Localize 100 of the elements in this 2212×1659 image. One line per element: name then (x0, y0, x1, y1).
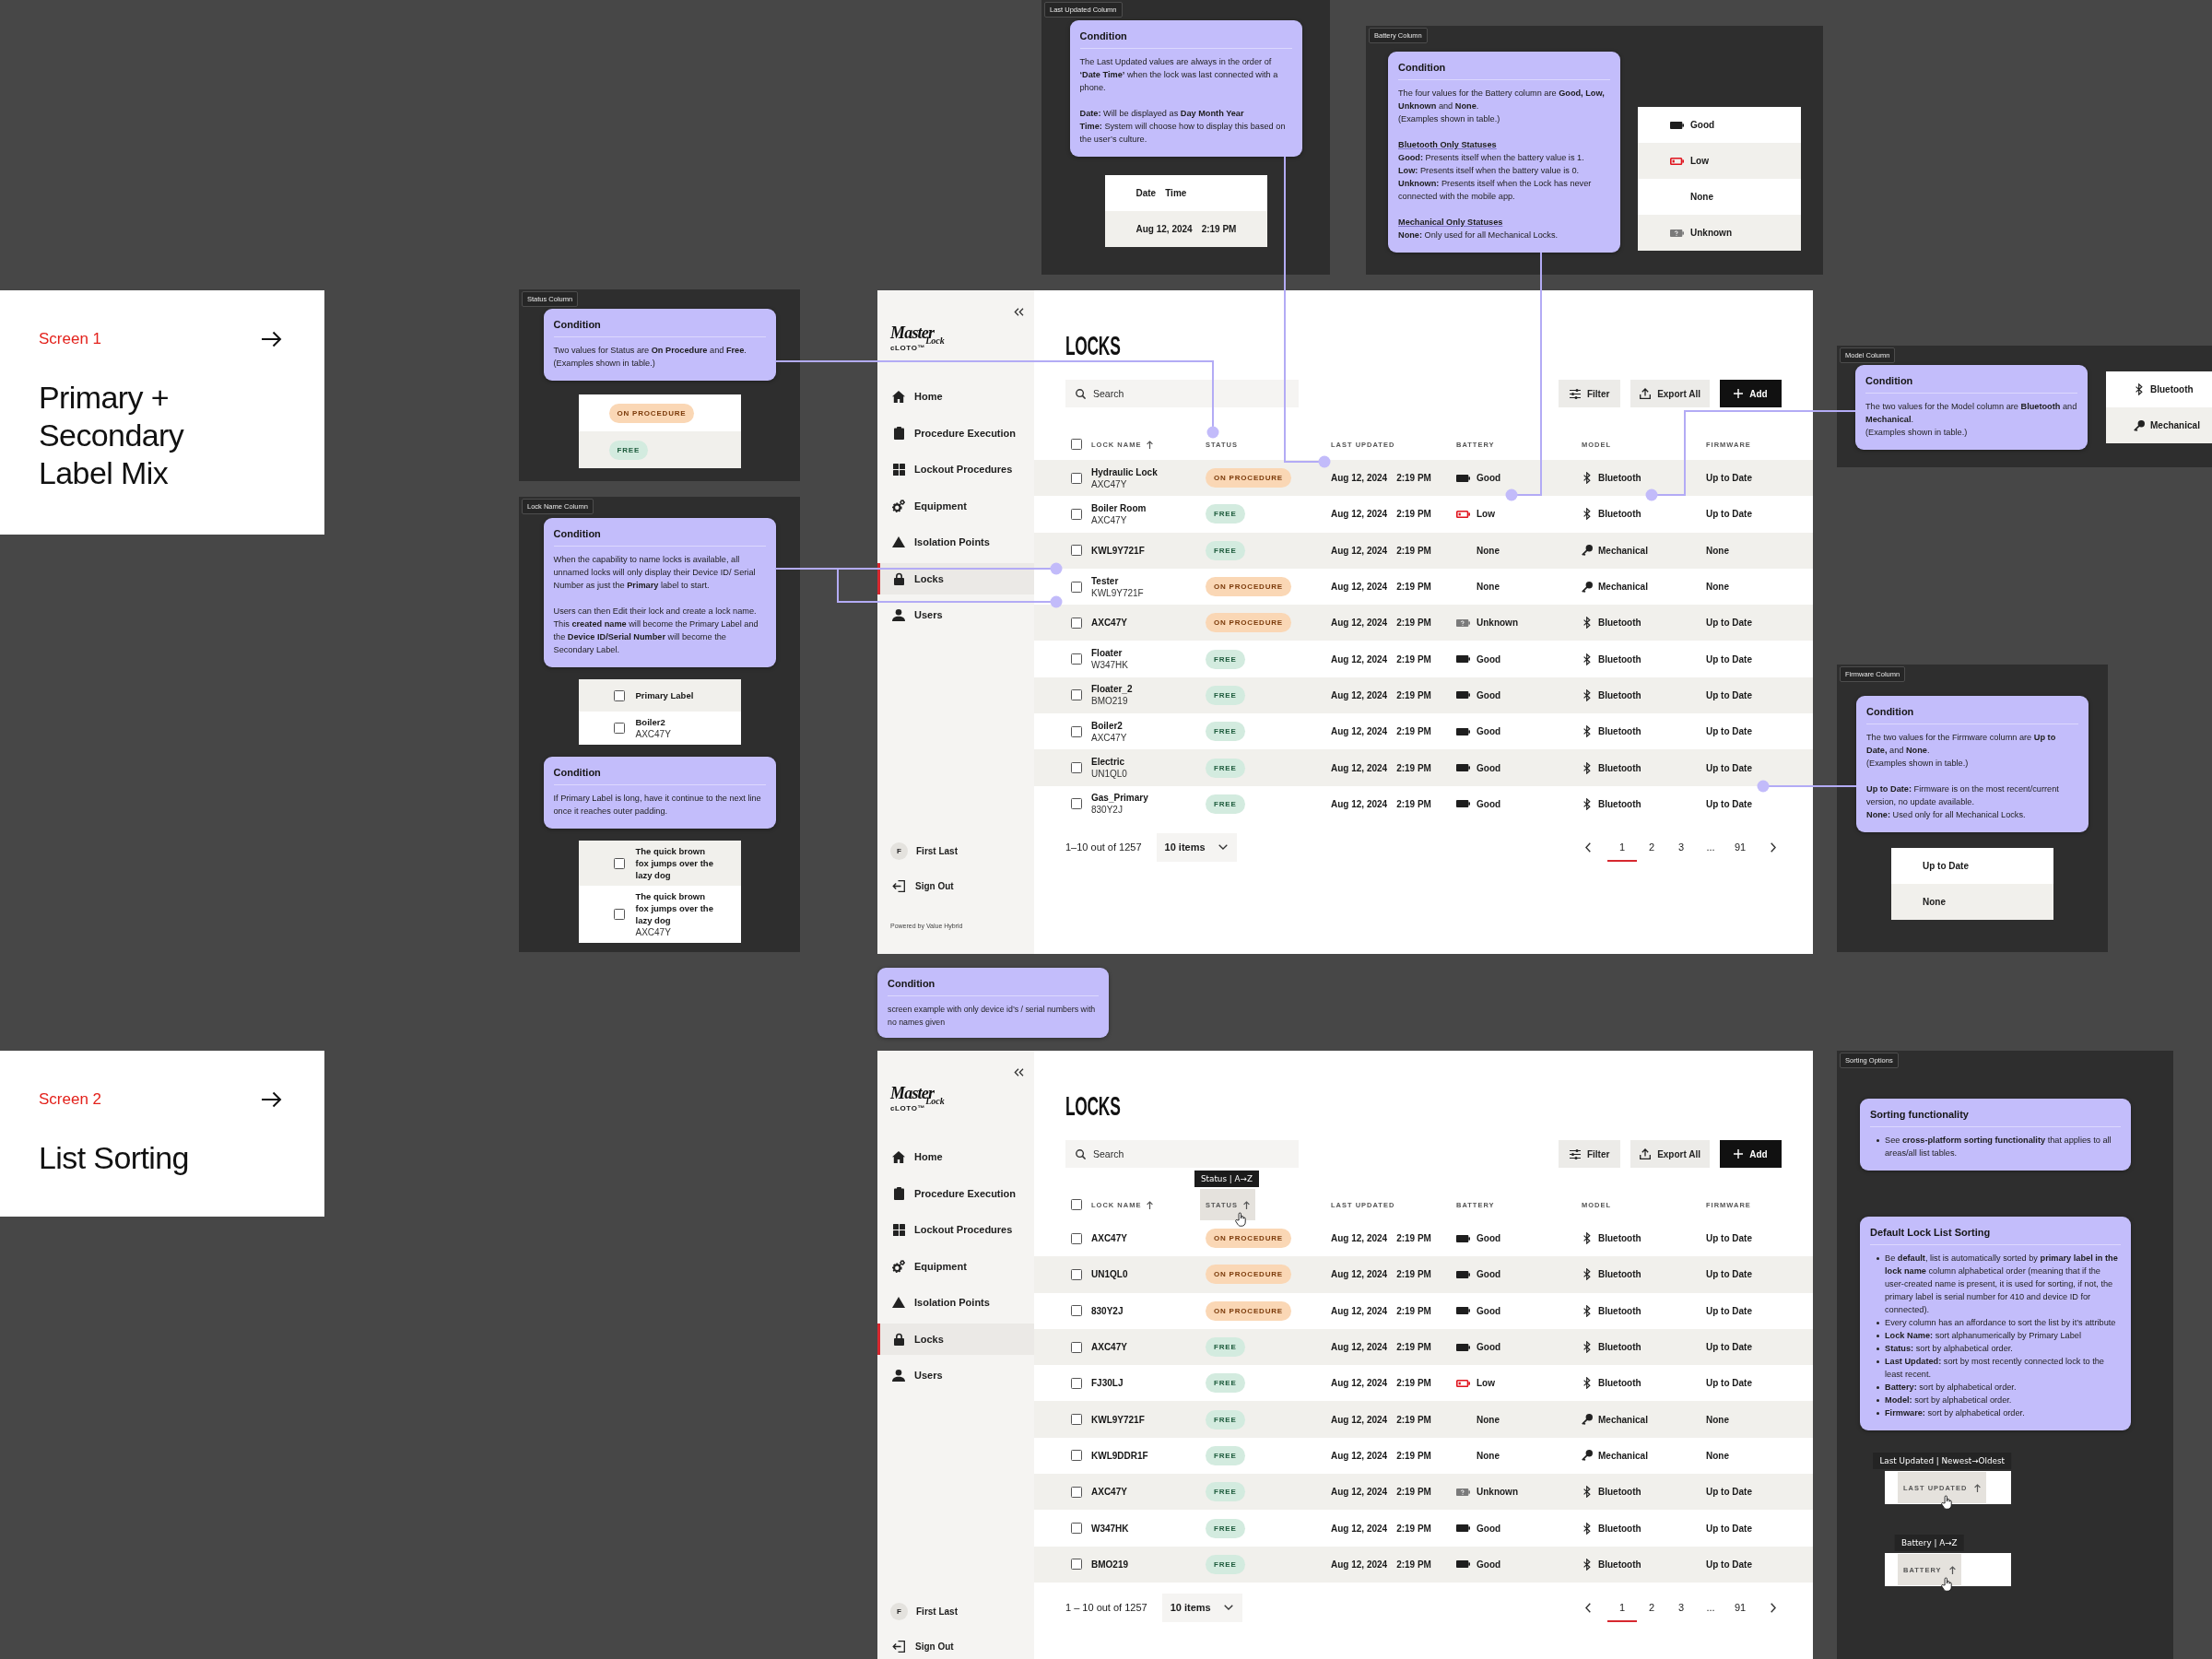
nav-item[interactable]: Procedure Execution (877, 417, 1034, 449)
nav-item[interactable]: Users (877, 599, 1034, 630)
checkbox[interactable] (1071, 1450, 1082, 1462)
model-label: Bluetooth (1598, 689, 1641, 700)
nav-item[interactable]: Isolation Points (877, 526, 1034, 558)
condition-text: Two values for Status are On Procedure and Free. (553, 345, 747, 357)
nav-item[interactable]: Lockout Procedures (877, 453, 1034, 485)
filter-button[interactable]: Filter (1559, 1140, 1621, 1168)
checkbox[interactable] (1071, 472, 1082, 484)
checkbox[interactable] (613, 857, 625, 869)
checkbox[interactable] (1071, 1341, 1082, 1353)
page-button[interactable]: 2 (1637, 832, 1666, 862)
model-label: Mechanical (2150, 420, 2200, 430)
page-button[interactable]: 91 (1725, 1593, 1755, 1622)
lock-name: KWL9Y721F (1091, 544, 1145, 557)
checkbox[interactable] (1071, 439, 1082, 450)
checkbox[interactable] (1071, 725, 1082, 737)
date-text: Aug 12, 2024 (1331, 473, 1388, 484)
firmware-label: Up to Date (1706, 1342, 1752, 1353)
chevron-left-icon[interactable] (1585, 1602, 1591, 1613)
sign-out-link[interactable]: Sign Out (892, 877, 954, 895)
date-text: Aug 12, 2024 (1331, 1414, 1388, 1425)
nav-item[interactable]: Equipment (877, 1250, 1034, 1282)
checkbox[interactable] (1071, 1232, 1082, 1244)
chevron-down-icon (1218, 844, 1228, 851)
filter-button[interactable]: Filter (1559, 380, 1621, 407)
product-name: cLOTO™ (890, 344, 927, 352)
checkbox[interactable] (1071, 1523, 1082, 1534)
checkbox[interactable] (1071, 581, 1082, 593)
search-field[interactable]: Search (1065, 380, 1299, 407)
page-button[interactable]: 1 (1607, 1593, 1637, 1622)
page-button[interactable]: 1 (1607, 832, 1637, 862)
search-field[interactable]: Search (1065, 1140, 1299, 1168)
page-button[interactable]: ... (1696, 832, 1725, 862)
condition-title: Condition (553, 527, 766, 547)
checkbox[interactable] (1071, 617, 1082, 629)
nav-item[interactable]: Equipment (877, 489, 1034, 522)
checkbox[interactable] (1071, 1559, 1082, 1571)
nav-item[interactable]: Locks (877, 1323, 1034, 1355)
nav-item[interactable]: Home (877, 1141, 1034, 1172)
lock-id: W347HK (1091, 659, 1128, 672)
double-chevron-icon[interactable] (1014, 308, 1024, 316)
time-text: 2:19 PM (1396, 1269, 1431, 1280)
condition-text: If Primary Label is long, have it continue to the next line once it reaches outer padding. (553, 793, 762, 818)
nav-item[interactable]: Users (877, 1359, 1034, 1391)
date-text: Aug 12, 2024 (1331, 726, 1388, 737)
export-button[interactable]: Export All (1630, 1140, 1710, 1168)
chevron-right-icon[interactable] (1771, 841, 1776, 853)
checkbox[interactable] (1071, 1414, 1082, 1426)
page-size-dropdown[interactable]: 10 items (1156, 832, 1237, 862)
lock-name: Hydraulic Lock (1091, 465, 1158, 478)
chevron-left-icon[interactable] (1585, 841, 1591, 853)
nav-item[interactable]: Procedure Execution (877, 1177, 1034, 1209)
lock-id: AXC47Y (1091, 513, 1128, 526)
time-text: 2:19 PM (1396, 1559, 1431, 1570)
checkbox[interactable] (1071, 1377, 1082, 1389)
page-button[interactable]: 3 (1666, 1593, 1696, 1622)
page-button[interactable]: 3 (1666, 832, 1696, 862)
checkbox[interactable] (1071, 1305, 1082, 1317)
export-button[interactable]: Export All (1630, 380, 1710, 407)
condition-text: Time: System will choose how to display this based on the user’s culture. (1079, 121, 1287, 146)
double-chevron-icon[interactable] (1014, 1068, 1024, 1077)
battery-label: None (1690, 192, 1713, 202)
checkbox[interactable] (1071, 508, 1082, 520)
page-button[interactable]: 2 (1637, 1593, 1666, 1622)
checkbox[interactable] (613, 723, 625, 734)
status-badge: FREE (1206, 722, 1245, 742)
condition-heading: Bluetooth Only Statuses (1398, 139, 1498, 151)
nav-item[interactable]: Home (877, 381, 1034, 412)
checkbox[interactable] (613, 689, 625, 701)
time-text: 2:19 PM (1396, 1523, 1431, 1534)
condition-text: Unknown: Presents itself when the Lock has never connected with the mobile app. (1398, 178, 1593, 203)
page-button[interactable]: 91 (1725, 832, 1755, 862)
logo-wordmark: Lock (925, 1097, 945, 1106)
checkbox[interactable] (1071, 1486, 1082, 1498)
home-icon (892, 1150, 905, 1163)
sign-out-link[interactable]: Sign Out (892, 1637, 954, 1655)
nav-item[interactable]: Locks (877, 562, 1034, 594)
nav-item[interactable]: Isolation Points (877, 1287, 1034, 1318)
arrow-up-icon (1147, 1200, 1154, 1209)
chevron-right-icon[interactable] (1771, 1602, 1776, 1613)
user-avatar: F (890, 1602, 908, 1620)
page-button[interactable]: ... (1696, 1593, 1725, 1622)
checkbox[interactable] (613, 909, 625, 920)
nav-item[interactable]: Lockout Procedures (877, 1214, 1034, 1245)
checkbox[interactable] (1071, 1199, 1082, 1210)
checkbox[interactable] (1071, 798, 1082, 810)
model-label: Bluetooth (1598, 653, 1641, 665)
add-button[interactable]: Add (1720, 380, 1782, 407)
checkbox[interactable] (1071, 653, 1082, 665)
checkbox[interactable] (1071, 1268, 1082, 1280)
page-size-dropdown[interactable]: 10 items (1161, 1593, 1242, 1622)
lock-id: 830Y2J (1091, 804, 1124, 817)
date-text: Aug 12, 2024 (1331, 1233, 1388, 1244)
sliders-icon (1569, 1148, 1581, 1159)
checkbox[interactable] (1071, 689, 1082, 701)
add-button[interactable]: Add (1720, 1140, 1782, 1168)
checkbox[interactable] (1071, 762, 1082, 773)
checkbox[interactable] (1071, 545, 1082, 557)
arrow-up-icon (1242, 1200, 1250, 1209)
